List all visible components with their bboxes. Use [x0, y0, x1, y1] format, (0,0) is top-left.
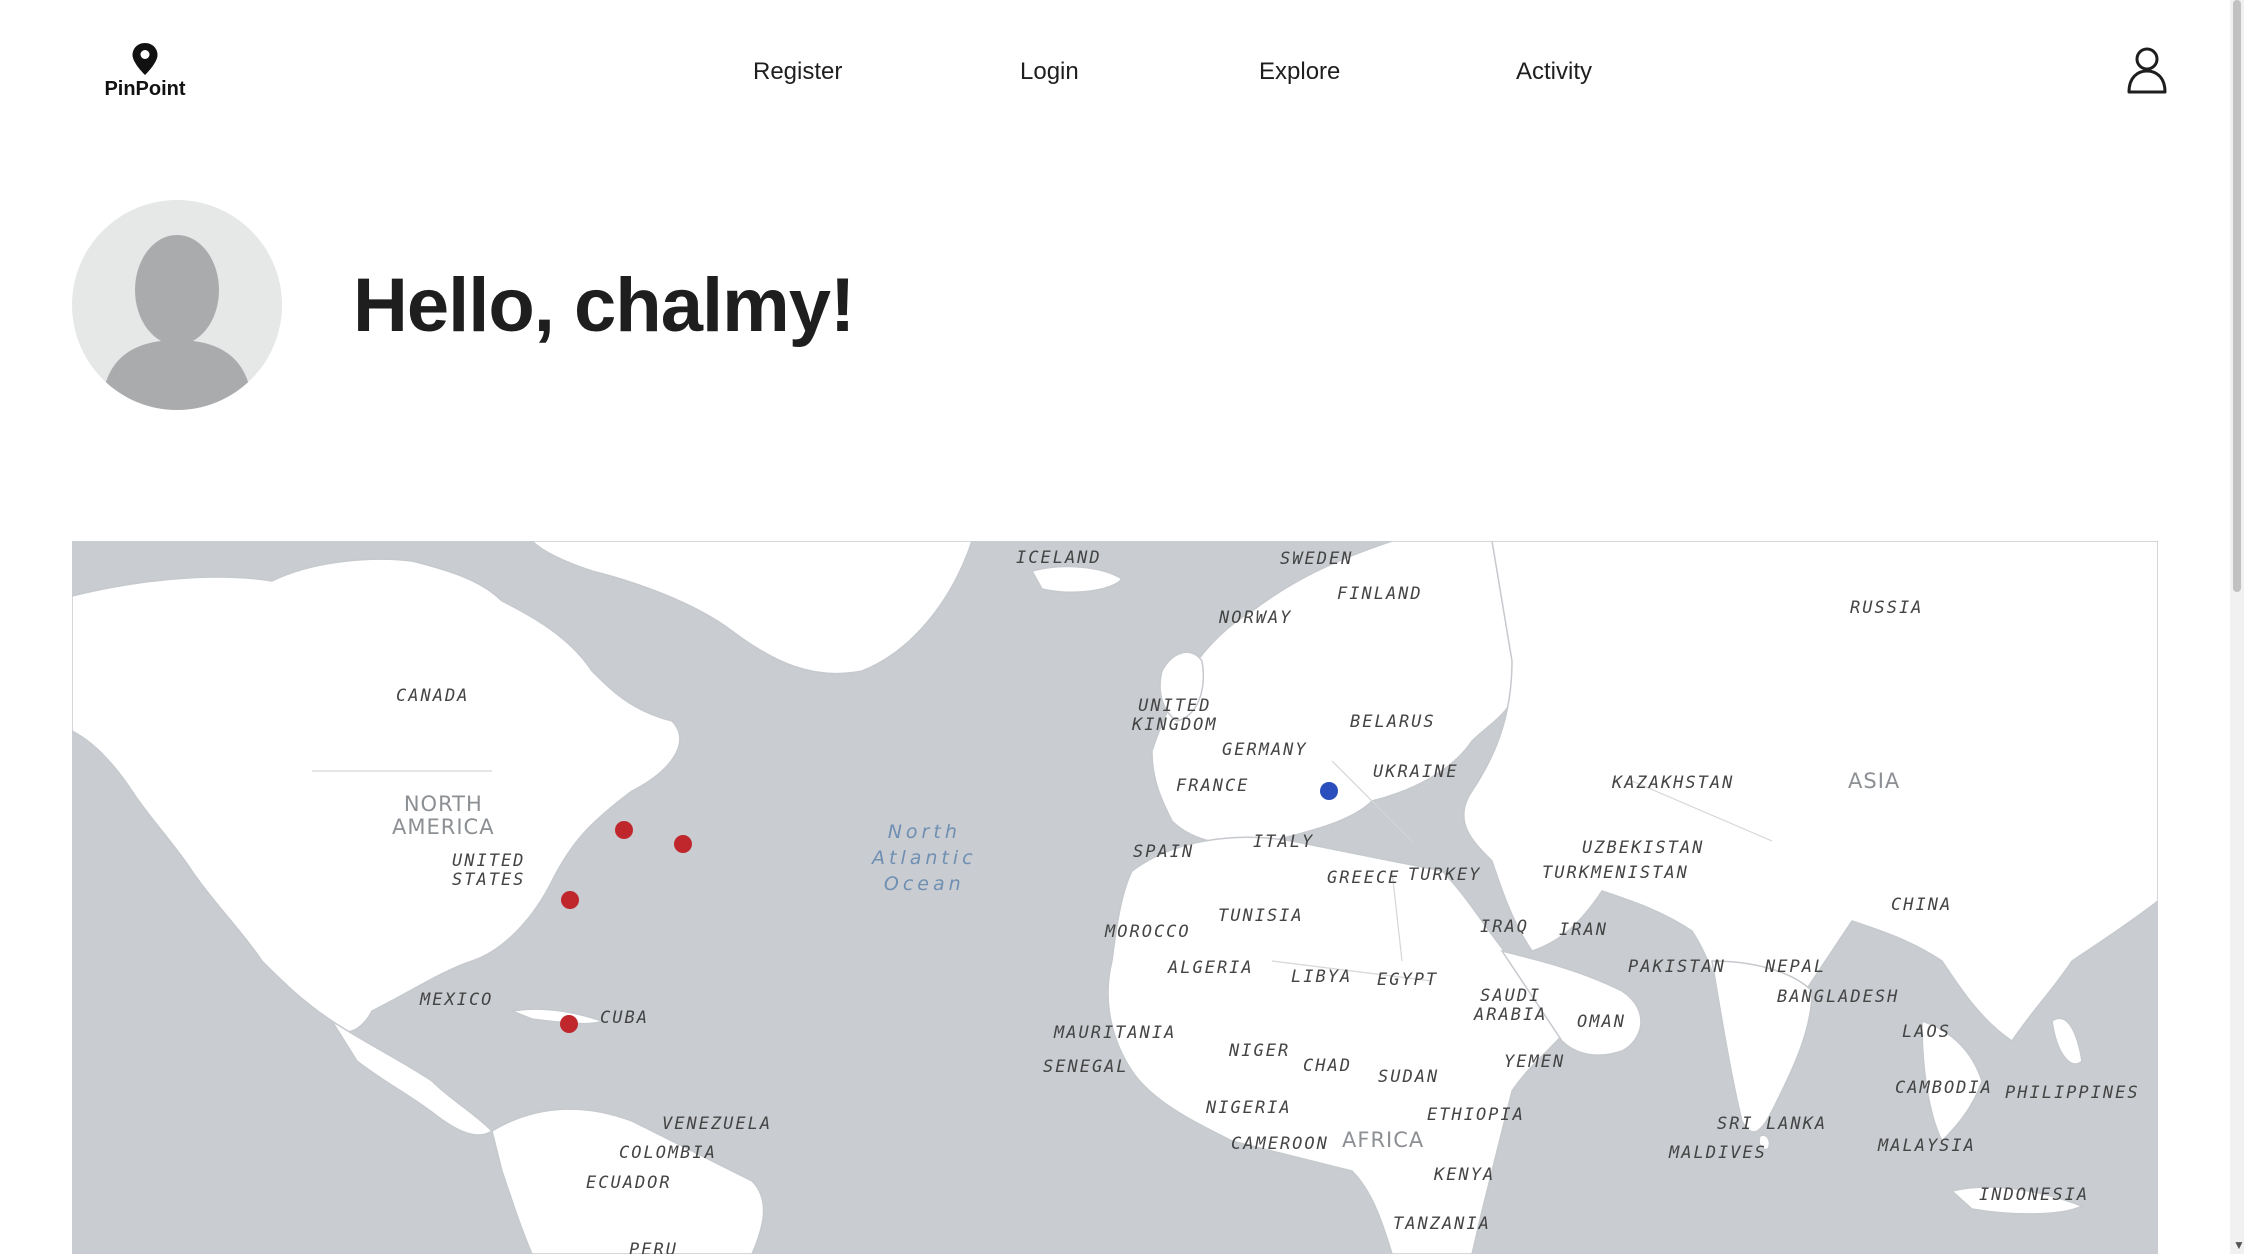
map-label-venezuela: VENEZUELA — [662, 1114, 773, 1134]
map-pin-icon — [132, 43, 158, 75]
site-header: PinPoint Register Login Explore Activity — [0, 0, 2230, 150]
map-label-laos: LAOS — [1902, 1022, 1951, 1042]
map-label-cambodia: CAMBODIA — [1895, 1078, 1993, 1098]
map-label-germany: GERMANY — [1222, 740, 1308, 760]
scroll-down-arrow-icon[interactable]: ▼ — [2233, 1238, 2244, 1252]
map-label-turkey: TURKEY — [1408, 865, 1482, 885]
map-label-finland: FINLAND — [1337, 584, 1423, 604]
map-label-greece: GREECE — [1327, 868, 1401, 888]
map-label-tunisia: TUNISIA — [1218, 906, 1304, 926]
map-label-nigeria: NIGERIA — [1206, 1098, 1292, 1118]
map-label-mauritania: MAURITANIA — [1054, 1023, 1177, 1043]
map-label-north-atlantic-ocean: North Atlantic Ocean — [872, 821, 977, 895]
default-avatar-icon — [102, 235, 252, 410]
map-label-china: CHINA — [1891, 895, 1953, 915]
map-label-iran: IRAN — [1559, 920, 1608, 940]
nav-activity[interactable]: Activity — [1516, 58, 1592, 86]
scrollbar-thumb[interactable] — [2233, 0, 2241, 592]
world-map[interactable]: ICELAND SWEDEN FINLAND NORWAY RUSSIA CAN… — [72, 541, 2158, 1254]
map-label-turkmenistan: TURKMENISTAN — [1542, 863, 1689, 883]
visited-pin-toronto[interactable] — [615, 821, 633, 839]
map-label-peru: PERU — [629, 1240, 678, 1254]
map-label-belarus: BELARUS — [1350, 712, 1436, 732]
map-label-nepal: NEPAL — [1765, 957, 1827, 977]
map-label-norway: NORWAY — [1219, 608, 1293, 628]
map-label-saudi-arabia: SAUDI ARABIA — [1474, 986, 1548, 1025]
map-label-north-america: NORTH AMERICA — [392, 792, 495, 839]
user-profile-icon[interactable] — [2122, 44, 2172, 96]
visited-pin-nashville[interactable] — [561, 891, 579, 909]
nav-explore[interactable]: Explore — [1259, 58, 1340, 86]
greeting-heading: Hello, chalmy! — [353, 263, 855, 348]
page-scrollbar[interactable] — [2230, 0, 2244, 1254]
map-label-oman: OMAN — [1577, 1012, 1626, 1032]
map-label-ecuador: ECUADOR — [586, 1173, 672, 1193]
map-label-malaysia: MALAYSIA — [1878, 1136, 1976, 1156]
map-label-uzbekistan: UZBEKISTAN — [1582, 838, 1705, 858]
map-label-yemen: YEMEN — [1504, 1052, 1566, 1072]
map-label-morocco: MOROCCO — [1105, 922, 1191, 942]
map-label-pakistan: PAKISTAN — [1628, 957, 1726, 977]
visited-pin-boston[interactable] — [674, 835, 692, 853]
map-label-egypt: EGYPT — [1377, 970, 1439, 990]
map-label-spain: SPAIN — [1133, 842, 1195, 862]
map-label-sweden: SWEDEN — [1280, 549, 1354, 569]
map-label-senegal: SENEGAL — [1043, 1057, 1129, 1077]
map-label-sri-lanka: SRI LANKA — [1717, 1114, 1828, 1134]
map-label-united-states: UNITED STATES — [452, 851, 526, 890]
map-label-tanzania: TANZANIA — [1393, 1214, 1491, 1234]
brand-name: PinPoint — [104, 78, 186, 100]
map-label-sudan: SUDAN — [1378, 1067, 1440, 1087]
nav-register[interactable]: Register — [753, 58, 842, 86]
pinpoint-logo[interactable]: PinPoint — [100, 40, 190, 110]
map-label-iceland: ICELAND — [1016, 548, 1102, 568]
map-label-algeria: ALGERIA — [1168, 958, 1254, 978]
map-label-bangladesh: BANGLADESH — [1777, 987, 1900, 1007]
nav-login[interactable]: Login — [1020, 58, 1079, 86]
map-label-italy: ITALY — [1253, 832, 1315, 852]
map-label-ukraine: UKRAINE — [1373, 762, 1459, 782]
visited-pin-yucatan[interactable] — [560, 1015, 578, 1033]
map-label-ethiopia: ETHIOPIA — [1427, 1105, 1525, 1125]
current-pin-europe[interactable] — [1320, 782, 1338, 800]
avatar — [72, 200, 282, 410]
map-label-canada: CANADA — [396, 686, 470, 706]
map-label-libya: LIBYA — [1291, 967, 1353, 987]
map-label-chad: CHAD — [1303, 1056, 1352, 1076]
map-label-russia: RUSSIA — [1850, 598, 1924, 618]
map-label-cuba: CUBA — [600, 1008, 649, 1028]
map-label-colombia: COLOMBIA — [619, 1143, 717, 1163]
map-label-cameroon: CAMEROON — [1231, 1134, 1329, 1154]
map-label-indonesia: INDONESIA — [1979, 1185, 2090, 1205]
map-land — [72, 541, 2158, 1254]
map-label-niger: NIGER — [1229, 1041, 1291, 1061]
map-label-iraq: IRAQ — [1480, 917, 1529, 937]
map-label-africa: AFRICA — [1342, 1128, 1425, 1152]
map-label-united-kingdom: UNITED KINGDOM — [1132, 696, 1218, 735]
map-label-mexico: MEXICO — [420, 990, 494, 1010]
map-label-philippines: PHILIPPINES — [2005, 1083, 2140, 1103]
map-label-kazakhstan: KAZAKHSTAN — [1612, 773, 1735, 793]
map-label-kenya: KENYA — [1434, 1165, 1496, 1185]
map-label-asia: ASIA — [1848, 769, 1901, 793]
map-label-maldives: MALDIVES — [1669, 1143, 1767, 1163]
map-label-france: FRANCE — [1176, 776, 1250, 796]
